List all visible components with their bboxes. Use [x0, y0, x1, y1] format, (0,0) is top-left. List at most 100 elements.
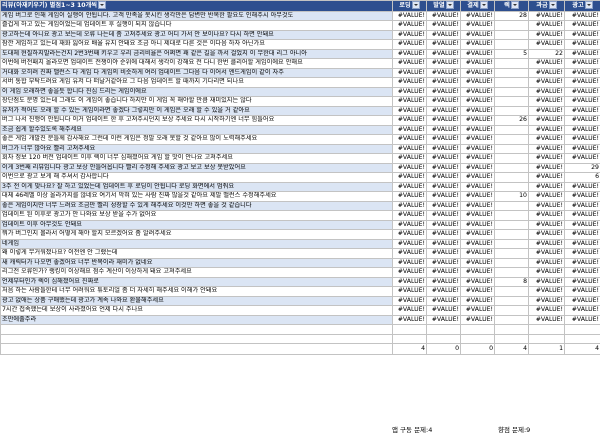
value-cell[interactable] [494, 267, 529, 278]
review-text-cell[interactable]: 업데이트 이후 아무것도 안돼요 [0, 219, 393, 230]
total-cell[interactable]: 4 [494, 343, 529, 355]
value-cell[interactable]: #VALUE! [392, 286, 427, 297]
value-cell[interactable]: #VALUE! [426, 86, 461, 97]
value-cell[interactable] [494, 286, 529, 297]
filter-dropdown-icon[interactable] [445, 1, 454, 9]
value-cell[interactable]: #VALUE! [426, 181, 461, 192]
value-cell[interactable] [494, 124, 529, 135]
value-cell[interactable]: #VALUE! [392, 267, 427, 278]
empty-cell[interactable] [528, 333, 565, 344]
value-cell[interactable]: #VALUE! [528, 172, 565, 183]
value-cell[interactable]: #VALUE! [460, 124, 495, 135]
value-cell[interactable]: #VALUE! [460, 86, 495, 97]
value-cell[interactable]: #VALUE! [392, 172, 427, 183]
value-cell[interactable]: #VALUE! [460, 115, 495, 126]
value-cell[interactable]: #VALUE! [460, 267, 495, 278]
value-cell[interactable]: #VALUE! [564, 210, 600, 221]
column-header-payment[interactable]: 결제 [460, 0, 495, 12]
value-cell[interactable]: #VALUE! [392, 191, 427, 202]
value-cell[interactable]: #VALUE! [528, 162, 565, 173]
review-text-cell[interactable]: 게임 버그로 인해 게임이 실행이 안됩니다. 고객 만족을 못시킨 생각만은 … [0, 10, 393, 21]
value-cell[interactable]: #VALUE! [392, 314, 427, 325]
value-cell[interactable]: #VALUE! [528, 181, 565, 192]
empty-cell[interactable] [460, 333, 495, 344]
review-text-cell[interactable]: 버그 나서 진행이 안됩니다 이거 업데이트 한 후 고쳐주시던지 보상 주세요… [0, 115, 393, 126]
value-cell[interactable]: #VALUE! [426, 248, 461, 259]
value-cell[interactable]: #VALUE! [426, 10, 461, 21]
filter-dropdown-icon[interactable] [98, 1, 106, 9]
value-cell[interactable]: #VALUE! [564, 248, 600, 259]
value-cell[interactable]: #VALUE! [460, 191, 495, 202]
value-cell[interactable] [494, 219, 529, 230]
value-cell[interactable]: #VALUE! [460, 181, 495, 192]
value-cell[interactable]: #VALUE! [392, 219, 427, 230]
value-cell[interactable]: #VALUE! [392, 276, 427, 287]
value-cell[interactable]: #VALUE! [426, 153, 461, 164]
value-cell[interactable]: #VALUE! [564, 67, 600, 78]
value-cell[interactable]: #VALUE! [528, 286, 565, 297]
value-cell[interactable]: #VALUE! [564, 305, 600, 316]
value-cell[interactable]: #VALUE! [392, 10, 427, 21]
review-text-cell[interactable]: 새 캐릭터가 나오면 좋겠어요 너무 반복이라 재미가 없네요 [0, 257, 393, 268]
value-cell[interactable]: #VALUE! [426, 39, 461, 50]
value-cell[interactable]: 10 [494, 191, 529, 202]
total-cell[interactable]: 0 [426, 343, 461, 355]
review-text-cell[interactable]: 뭐가 버그인지 몰라서 어떻게 해야 할지 모르겠어요 좀 알려주세요 [0, 229, 393, 240]
value-cell[interactable] [494, 105, 529, 116]
value-cell[interactable]: #VALUE! [460, 143, 495, 154]
review-text-cell[interactable]: 장단점도 분명 있는데 그래도 이 게임이 좋습니다 하지만 이 게임 꼭 해야… [0, 96, 393, 107]
column-header-ads[interactable]: 광고 [564, 0, 600, 12]
value-cell[interactable]: #VALUE! [426, 162, 461, 173]
value-cell[interactable]: #VALUE! [564, 153, 600, 164]
value-cell[interactable]: #VALUE! [392, 200, 427, 211]
value-cell[interactable]: #VALUE! [426, 67, 461, 78]
review-text-cell[interactable]: 처음 하는 사람들한테 너무 어려워요 튜토리얼 좀 더 자세히 해주세요 이해… [0, 286, 393, 297]
value-cell[interactable]: #VALUE! [460, 229, 495, 240]
value-cell[interactable] [494, 143, 529, 154]
value-cell[interactable]: #VALUE! [426, 267, 461, 278]
value-cell[interactable]: #VALUE! [392, 181, 427, 192]
review-text-cell[interactable]: 좋은 게임 개발진 분들께 감사해요 그런데 이런 게임은 정말 오래 못할 것… [0, 134, 393, 145]
value-cell[interactable]: #VALUE! [528, 96, 565, 107]
value-cell[interactable]: #VALUE! [426, 210, 461, 221]
filter-dropdown-icon[interactable] [411, 1, 420, 9]
value-cell[interactable]: #VALUE! [528, 115, 565, 126]
value-cell[interactable]: #VALUE! [528, 210, 565, 221]
value-cell[interactable]: #VALUE! [460, 77, 495, 88]
value-cell[interactable] [494, 162, 529, 173]
value-cell[interactable]: #VALUE! [528, 58, 565, 69]
value-cell[interactable]: #VALUE! [564, 238, 600, 249]
value-cell[interactable]: #VALUE! [426, 58, 461, 69]
value-cell[interactable]: #VALUE! [528, 134, 565, 145]
value-cell[interactable] [494, 210, 529, 221]
value-cell[interactable]: #VALUE! [426, 48, 461, 59]
value-cell[interactable]: 6 [564, 172, 600, 183]
total-cell[interactable]: 0 [460, 343, 495, 355]
value-cell[interactable]: #VALUE! [426, 305, 461, 316]
value-cell[interactable] [494, 295, 529, 306]
value-cell[interactable]: 29 [564, 162, 600, 173]
value-cell[interactable]: #VALUE! [426, 29, 461, 40]
value-cell[interactable]: #VALUE! [564, 314, 600, 325]
value-cell[interactable]: #VALUE! [564, 77, 600, 88]
value-cell[interactable]: #VALUE! [564, 181, 600, 192]
value-cell[interactable]: #VALUE! [564, 96, 600, 107]
value-cell[interactable]: #VALUE! [564, 295, 600, 306]
value-cell[interactable] [494, 96, 529, 107]
value-cell[interactable]: #VALUE! [392, 39, 427, 50]
value-cell[interactable]: #VALUE! [392, 58, 427, 69]
value-cell[interactable]: #VALUE! [426, 295, 461, 306]
value-cell[interactable]: #VALUE! [528, 229, 565, 240]
value-cell[interactable]: #VALUE! [564, 200, 600, 211]
value-cell[interactable]: #VALUE! [392, 134, 427, 145]
value-cell[interactable]: #VALUE! [528, 105, 565, 116]
value-cell[interactable]: #VALUE! [528, 143, 565, 154]
value-cell[interactable]: #VALUE! [426, 20, 461, 31]
value-cell[interactable]: #VALUE! [528, 219, 565, 230]
value-cell[interactable]: #VALUE! [528, 305, 565, 316]
review-text-cell[interactable]: 이 게임 오래하면 좋을듯 합니다 진심 드리는 게임이에요 [0, 86, 393, 97]
review-text-cell[interactable]: 업데이트 된 이후로 광고가 안 나와요 보상 받을 수가 없어요 [0, 210, 393, 221]
review-text-cell[interactable]: 대체 46레벨 이상 올라가지를 않네요 여기서 막혀 있는 사람 진짜 많을것… [0, 191, 393, 202]
value-cell[interactable]: #VALUE! [426, 124, 461, 135]
value-cell[interactable]: #VALUE! [392, 143, 427, 154]
